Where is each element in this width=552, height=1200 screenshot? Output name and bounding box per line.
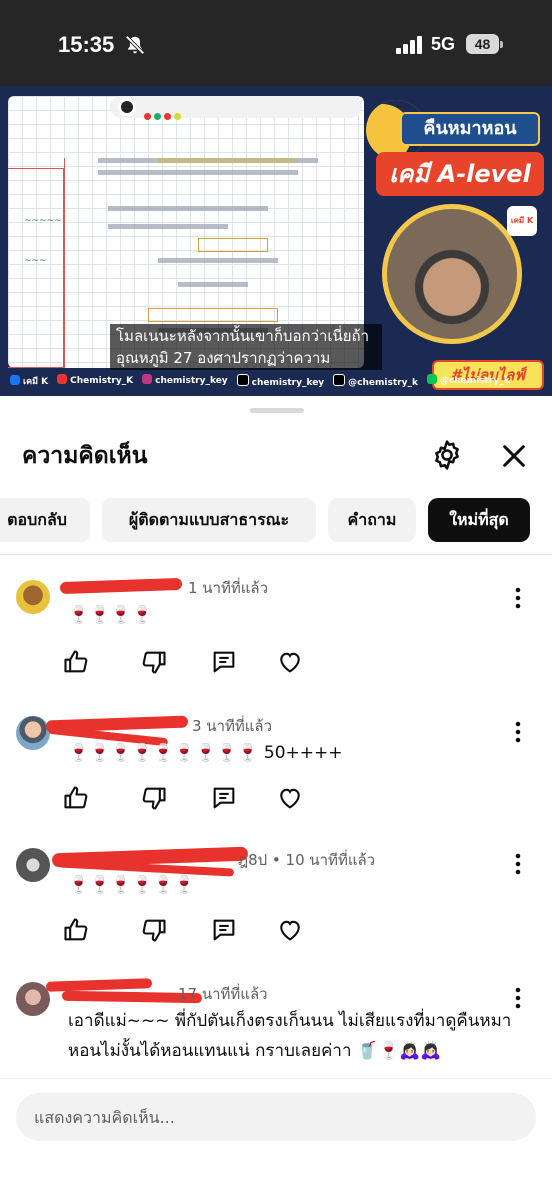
thumbs-down-icon[interactable] xyxy=(140,916,168,944)
reply-icon[interactable] xyxy=(210,648,238,676)
comment-input[interactable] xyxy=(16,1093,536,1141)
thumbs-down-icon[interactable] xyxy=(140,648,168,676)
close-icon[interactable] xyxy=(498,440,530,472)
network-type: 5G xyxy=(431,34,456,54)
chip-questions[interactable]: คำถาม xyxy=(328,498,416,542)
thumbs-up-icon[interactable] xyxy=(62,648,90,676)
thumbs-up-icon[interactable] xyxy=(62,784,90,812)
status-bar: 15:35 5G 48 xyxy=(0,0,552,86)
comment-time: 17 นาทีที่แล้ว xyxy=(178,985,268,1003)
line-label: @chemistry_k xyxy=(427,374,510,390)
facebook-label: เคมี K xyxy=(10,374,48,390)
reply-icon[interactable] xyxy=(210,916,238,944)
comment-text: 🍷🍷🍷🍷🍷🍷 xyxy=(68,875,196,895)
status-time: 15:35 xyxy=(58,32,115,57)
more-options-icon[interactable] xyxy=(508,986,528,1010)
color-dot xyxy=(174,113,181,120)
filter-chips: ตอบกลับ ผู้ติดตามแบบสาธารณะ คำถาม ใหม่ที… xyxy=(0,498,552,544)
comment-text: 🍷🍷🍷🍷 xyxy=(68,605,153,625)
comments-title: ความคิดเห็น xyxy=(22,443,148,469)
chip-replies[interactable]: ตอบกลับ xyxy=(0,498,90,542)
handwriting: ~~~~~ xyxy=(24,216,62,226)
battery-icon: 48 xyxy=(466,34,504,54)
avatar[interactable] xyxy=(16,848,50,882)
color-dot xyxy=(164,113,171,120)
more-options-icon[interactable] xyxy=(508,852,528,876)
comments-sheet: ความคิดเห็น ตอบกลับ ผู้ติดตามแบบสาธารณะ … xyxy=(0,396,552,1200)
tiktok-label: @chemistry_k xyxy=(333,374,418,390)
comment-input-bar xyxy=(0,1078,552,1200)
color-dot xyxy=(154,113,161,120)
redacted-username xyxy=(59,577,183,595)
video-player[interactable]: ~~~~~ ~~~ คืนหมาหอน เคมี A-level เคมี K … xyxy=(0,86,552,396)
avatar[interactable] xyxy=(16,982,50,1016)
video-title-main: เคมี A-level xyxy=(376,152,544,196)
drag-handle[interactable] xyxy=(250,408,304,413)
silent-bell-icon xyxy=(125,35,145,55)
chip-newest[interactable]: ใหม่ที่สุด xyxy=(428,498,530,542)
color-dot xyxy=(144,113,151,120)
battery-level: 48 xyxy=(466,34,499,54)
youtube-label: Chemistry_K xyxy=(57,374,133,390)
comment-time: ฎ8ป • 10 นาทีที่แล้ว xyxy=(238,851,376,869)
more-options-icon[interactable] xyxy=(508,720,528,744)
avatar[interactable] xyxy=(16,580,50,614)
signal-icon xyxy=(396,36,422,54)
social-links: เคมี K Chemistry_K chemistry_key chemist… xyxy=(0,374,510,390)
avatar[interactable] xyxy=(16,716,50,750)
video-title-top: คืนหมาหอน xyxy=(400,112,540,146)
host-video xyxy=(382,204,522,344)
record-icon xyxy=(118,98,136,116)
more-options-icon[interactable] xyxy=(508,586,528,610)
thumbs-up-icon[interactable] xyxy=(62,916,90,944)
gear-icon[interactable] xyxy=(430,438,464,472)
heart-icon[interactable] xyxy=(276,916,304,944)
reply-icon[interactable] xyxy=(210,784,238,812)
handwriting: ~~~ xyxy=(24,256,47,266)
comment-time: 3 นาทีที่แล้ว xyxy=(192,717,273,735)
comment-text: เอาดีแม่~~~ พี่กัปตันเก็งตรงเก็นนน ไม่เส… xyxy=(68,1011,512,1061)
instagram-label: chemistry_key xyxy=(142,374,228,390)
redacted-username xyxy=(45,978,153,992)
divider xyxy=(0,554,552,555)
chip-public-subscribers[interactable]: ผู้ติดตามแบบสาธารณะ xyxy=(102,498,316,542)
video-caption: โมลเนนะหลังจากนั้นเขาก็บอกว่าเนี่ยถ้าอุณ… xyxy=(110,324,382,370)
channel-logo: เคมี K xyxy=(507,206,537,236)
comment-text: 🍷🍷🍷🍷🍷🍷🍷🍷🍷 50++++ xyxy=(68,743,343,763)
heart-icon[interactable] xyxy=(276,648,304,676)
heart-icon[interactable] xyxy=(276,784,304,812)
x-label: chemistry_key xyxy=(237,374,325,390)
thumbs-down-icon[interactable] xyxy=(140,784,168,812)
comment-time: 1 นาทีที่แล้ว xyxy=(188,579,269,597)
